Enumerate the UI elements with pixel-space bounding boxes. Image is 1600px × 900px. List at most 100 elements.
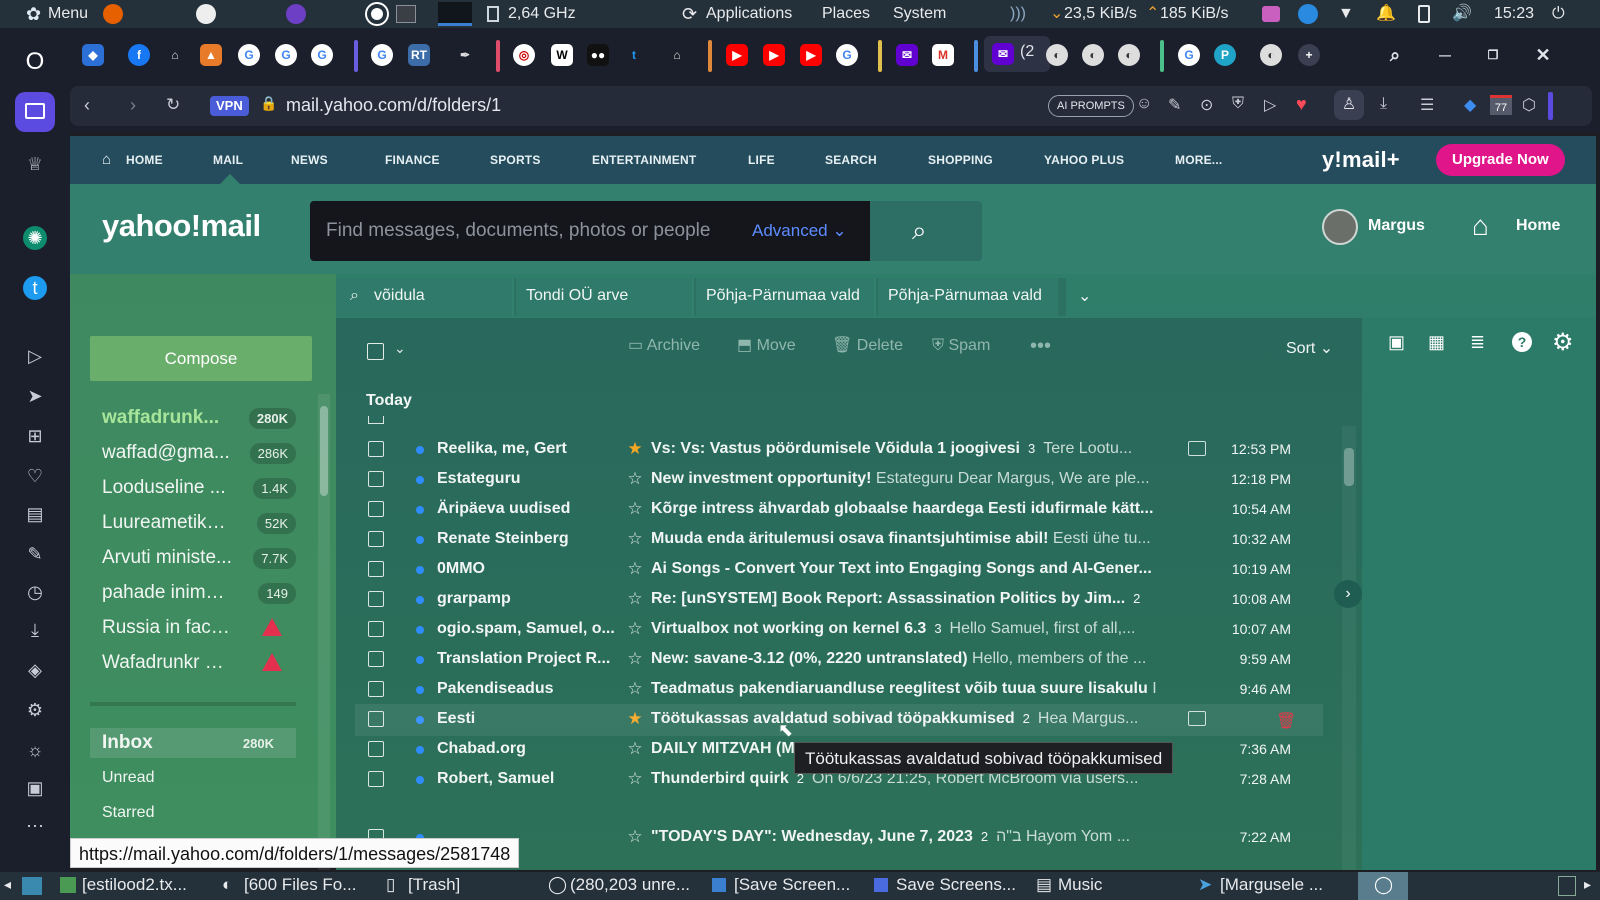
delete-button[interactable]: 🗑 Delete (832, 334, 903, 358)
tab-google-icon[interactable]: G (238, 44, 260, 66)
row-checkbox[interactable] (368, 741, 384, 757)
tab-globe-icon[interactable]: ◐ (1260, 44, 1282, 66)
star-icon[interactable]: ☆ (625, 734, 645, 764)
battery-icon[interactable] (1418, 5, 1430, 23)
expand-panel-icon[interactable]: › (1334, 580, 1362, 608)
tab-google-icon[interactable]: G (275, 44, 297, 66)
tab-record-icon[interactable]: ◎ (513, 44, 535, 66)
app-purple-icon[interactable] (286, 4, 306, 24)
tab-twitter-icon[interactable]: t (623, 44, 645, 66)
upgrade-now-button[interactable]: Upgrade Now (1436, 144, 1565, 176)
account-item[interactable]: Wafadrunkr wa... (90, 648, 296, 678)
apps-grid-icon[interactable]: ⊞ (23, 424, 47, 448)
row-delete-icon[interactable]: 🗑 (1276, 711, 1296, 731)
calendar-badge[interactable]: 77 (1490, 95, 1512, 115)
account-item[interactable]: Looduseline ... 1.4K (90, 473, 296, 503)
taskbar-active-item[interactable]: ◯ (1358, 872, 1408, 900)
taskbar-item[interactable]: Save Screens... (874, 872, 1024, 900)
sidebar-workspaces[interactable] (15, 92, 55, 132)
account-item[interactable]: Luureametiko... 52K (90, 508, 296, 538)
avatar[interactable] (1322, 209, 1358, 245)
player-icon[interactable]: ▷ (23, 344, 47, 368)
clock[interactable]: 15:23 (1494, 0, 1534, 28)
camera-icon[interactable]: ⊙ (1200, 95, 1213, 115)
star-icon[interactable]: ☆ (625, 584, 645, 614)
search-box[interactable]: Find messages, documents, photos or peop… (310, 201, 870, 261)
account-item[interactable]: pahade inimst... 149 (90, 578, 296, 608)
lightbulb-icon[interactable]: ☼ (23, 738, 47, 762)
row-checkbox[interactable] (368, 441, 384, 457)
account-item[interactable]: waffad@gma... 286K (90, 438, 296, 468)
home-link[interactable]: Home (1516, 217, 1560, 235)
wifi-icon[interactable]: ▼ (1338, 0, 1354, 28)
heart-icon[interactable]: ♡ (23, 464, 47, 488)
row-checkbox[interactable] (368, 621, 384, 637)
tab-globe-icon[interactable]: ◐ (1082, 44, 1104, 66)
star-icon[interactable]: ☆ (625, 524, 645, 554)
taskbar-item[interactable]: ▤ Music (1036, 872, 1156, 900)
star-icon[interactable]: ☆ (625, 674, 645, 704)
user-name[interactable]: Margus (1368, 217, 1425, 235)
minimize-icon[interactable]: — (1434, 44, 1456, 66)
power-icon[interactable]: ⏻ (1552, 0, 1565, 28)
table-row[interactable]: 0MMO ☆ Ai Songs - Convert Your Text into E… (355, 554, 1323, 584)
cube-icon[interactable]: ◈ (23, 658, 47, 682)
star-icon[interactable]: ☆ (625, 464, 645, 494)
contacts-icon[interactable]: ▣ (1388, 332, 1405, 353)
star-icon[interactable]: ☆ (625, 494, 645, 524)
nav-sports[interactable]: SPORTS (490, 136, 541, 184)
list-scrollbar[interactable] (1342, 426, 1356, 870)
shield-icon[interactable]: ⛨ (1232, 95, 1244, 113)
emoji-icon[interactable]: ☺ (1136, 95, 1152, 113)
row-checkbox[interactable] (368, 471, 384, 487)
saved-search-4[interactable]: Põhja-Pärnumaa vald (878, 278, 1058, 316)
table-row[interactable]: Pakendiseadus ☆ Teadmatus pakendiaruandlus… (355, 674, 1323, 704)
star-icon[interactable]: ★ (625, 434, 645, 464)
account-item[interactable]: Arvuti ministe... 7.7K (90, 543, 296, 573)
table-row[interactable]: Estateguru ☆ New investment opportunity! E… (355, 464, 1323, 494)
tray-recycle-icon[interactable] (1558, 876, 1576, 896)
lock-icon[interactable]: 🔒 (260, 95, 277, 112)
taskbar-item[interactable]: [Save Screen... (712, 872, 862, 900)
address-bar[interactable]: ‹ › ↻ VPN 🔒 mail.yahoo.com/d/folders/1 A… (70, 86, 1592, 126)
extension-icon[interactable]: ▣ (23, 776, 47, 800)
tab-youtube-icon[interactable]: ▶ (726, 44, 748, 66)
tab-cloud-icon[interactable]: P (1214, 44, 1236, 66)
star-icon[interactable]: ☆ (625, 644, 645, 674)
opera-panel-icon[interactable] (367, 4, 387, 24)
spam-button[interactable]: ⛨ Spam (932, 334, 990, 358)
taskbar-item[interactable]: ◯ (280,203 unre... (548, 872, 698, 900)
row-checkbox[interactable] (368, 681, 384, 697)
chatgpt-icon[interactable]: ✺ (23, 226, 47, 250)
tab-youtube-icon[interactable]: ▶ (763, 44, 785, 66)
more-actions-icon[interactable]: ••• (1030, 334, 1051, 358)
home-icon[interactable]: ⌂ (1472, 210, 1489, 242)
folder-inbox[interactable]: Inbox 280K (90, 728, 296, 758)
select-chevron-icon[interactable]: ⌄ (394, 340, 406, 357)
tab-favicon-shield-icon[interactable]: ◆ (82, 44, 104, 66)
search-input[interactable]: Find messages, documents, photos or peop… (326, 220, 710, 242)
edit-page-icon[interactable]: ✎ (1168, 95, 1181, 115)
account-item[interactable]: waffadrunk... 280K (90, 403, 296, 433)
app-a-icon[interactable] (196, 4, 216, 24)
tray-app-icon[interactable] (1262, 6, 1280, 22)
vpn-badge[interactable]: VPN (210, 96, 249, 116)
table-row[interactable]: Reelika, me, Gert ★ Vs: Vs: Vastus pöördum… (355, 434, 1323, 464)
move-button[interactable]: ⬒ Move (737, 334, 796, 358)
system-menu[interactable]: System (893, 0, 946, 28)
tray-chrome-icon[interactable] (1298, 4, 1318, 24)
send-page-icon[interactable]: ▷ (1264, 95, 1276, 115)
more-icon[interactable]: ⋯ (23, 814, 47, 838)
nav-more[interactable]: MORE... (1175, 136, 1222, 184)
notepad-icon[interactable]: ≣ (1470, 332, 1485, 353)
nav-home[interactable]: HOME (126, 136, 163, 184)
tab-rt-icon[interactable]: RT (408, 44, 430, 66)
menu-logo-icon[interactable]: ✿ (26, 0, 41, 28)
tab-bank-icon[interactable]: ⌂ (666, 44, 688, 66)
package-icon[interactable]: ⬡ (1522, 95, 1536, 115)
tab-fox-icon[interactable]: ▲ (200, 44, 222, 66)
menu-button[interactable]: Menu (48, 0, 88, 28)
firefox-icon[interactable] (103, 4, 123, 24)
send-icon[interactable]: ➤ (23, 384, 47, 408)
settings-gear-icon[interactable]: ⚙ (1552, 328, 1574, 357)
